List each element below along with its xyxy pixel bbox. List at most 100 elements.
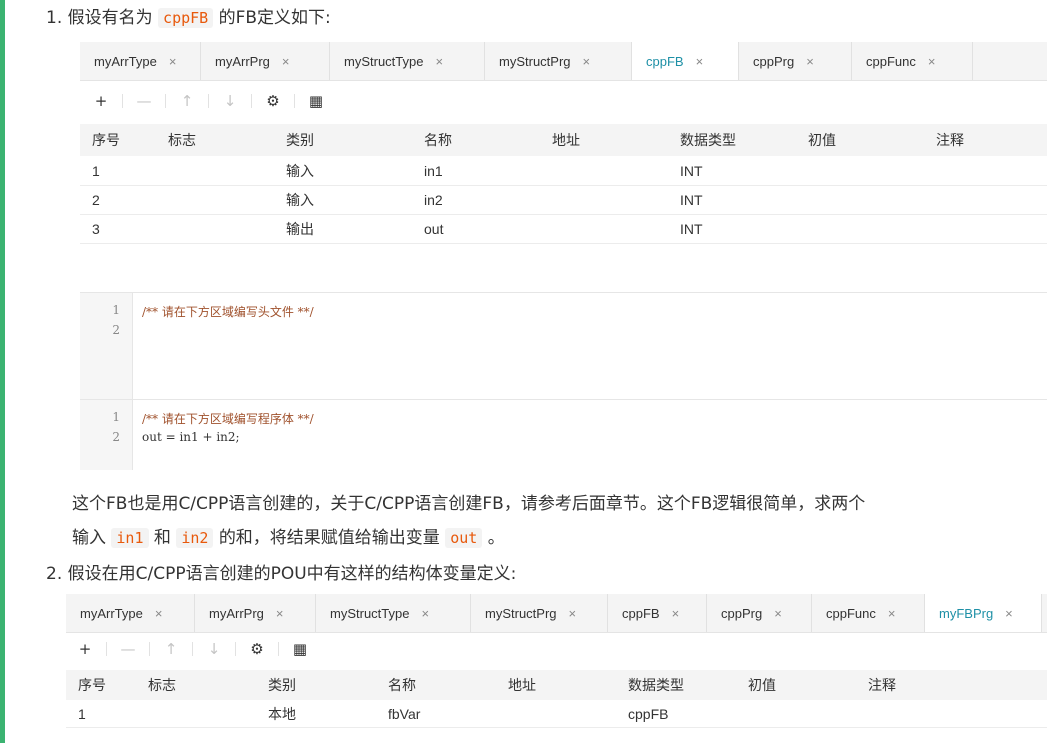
paragraph-text: 。 — [487, 528, 505, 548]
line-number: 2 — [112, 323, 120, 337]
close-icon[interactable]: × — [169, 54, 177, 69]
table-row[interactable]: 1 本地 fbVar cppFB — [66, 701, 1047, 728]
tab-mystructtype[interactable]: myStructType × — [330, 42, 485, 80]
divider — [235, 642, 236, 656]
inline-code: cppFB — [158, 8, 214, 28]
inline-code: in2 — [176, 528, 214, 548]
toolbar: + — ↑ ↓ ⚙ ▦ — [66, 632, 1047, 666]
divider — [208, 94, 209, 108]
line-number: 1 — [112, 410, 120, 424]
tab-cppfunc[interactable]: cppFunc × — [852, 42, 973, 80]
column-header[interactable]: 初值 — [808, 130, 836, 150]
cell-name: out — [424, 221, 444, 237]
arrow-down-icon[interactable]: ↓ — [203, 640, 225, 658]
close-icon[interactable]: × — [421, 606, 429, 621]
tab-cppprg[interactable]: cppPrg × — [739, 42, 852, 80]
cell-datatype: cppFB — [628, 706, 669, 722]
paragraph-line-1: 这个FB也是用C/CPP语言创建的，关于C/CPP语言创建FB，请参考后面章节。… — [72, 494, 866, 514]
table-header: 序号 标志 类别 名称 地址 数据类型 初值 注释 — [66, 670, 1047, 700]
cell-index: 1 — [78, 706, 86, 722]
add-icon[interactable]: + — [90, 92, 112, 110]
close-icon[interactable]: × — [672, 606, 680, 621]
close-icon[interactable]: × — [888, 606, 896, 621]
column-header[interactable]: 类别 — [268, 675, 296, 695]
column-header[interactable]: 数据类型 — [680, 130, 736, 150]
tab-mystructprg[interactable]: myStructPrg × — [471, 594, 608, 632]
code-line: out = in1 + in2; — [142, 430, 240, 444]
column-header[interactable]: 序号 — [92, 130, 120, 150]
tab-mystructtype[interactable]: myStructType × — [316, 594, 471, 632]
inline-code: out — [445, 528, 483, 548]
code-line: /** 请在下方区域编写头文件 **/ — [142, 305, 314, 319]
close-icon[interactable]: × — [569, 606, 577, 621]
cell-name: in1 — [424, 163, 443, 179]
grid-icon[interactable]: ▦ — [305, 92, 327, 110]
settings-icon[interactable]: ⚙ — [262, 92, 284, 110]
close-icon[interactable]: × — [1005, 606, 1013, 621]
paragraph-text: 和 — [153, 528, 171, 548]
table-row[interactable]: 1 输入 in1 INT — [80, 157, 1047, 186]
screenshot-cppfb: myArrType × myArrPrg × myStructType × myStr… — [80, 42, 1047, 470]
tab-myarrprg[interactable]: myArrPrg × — [201, 42, 330, 80]
tab-myarrtype[interactable]: myArrType × — [80, 42, 201, 80]
tab-cppfb[interactable]: cppFB × — [608, 594, 707, 632]
divider — [192, 642, 193, 656]
arrow-up-icon[interactable]: ↑ — [160, 640, 182, 658]
item-text: 假设在用C/CPP语言创建的POU中有这样的结构体变量定义: — [67, 564, 517, 584]
close-icon[interactable]: × — [155, 606, 163, 621]
tab-myarrtype[interactable]: myArrType × — [66, 594, 195, 632]
cell-index: 2 — [92, 192, 100, 208]
divider — [165, 94, 166, 108]
tab-mystructprg[interactable]: myStructPrg × — [485, 42, 632, 80]
cell-category: 输入 — [286, 192, 314, 208]
tab-myfbprg[interactable]: myFBPrg × — [925, 594, 1042, 632]
column-header[interactable]: 名称 — [388, 675, 416, 695]
cell-name: fbVar — [388, 706, 421, 722]
table-row[interactable]: 2 输入 in2 INT — [80, 186, 1047, 215]
column-header[interactable]: 标志 — [148, 675, 176, 695]
body-code-editor[interactable]: 1 2 /** 请在下方区域编写程序体 **/ out = in1 + in2; — [80, 399, 1047, 470]
column-header[interactable]: 类别 — [286, 130, 314, 150]
cell-category: 输出 — [286, 221, 314, 237]
column-header[interactable]: 初值 — [748, 675, 776, 695]
arrow-up-icon[interactable]: ↑ — [176, 92, 198, 110]
tab-bar: myArrType × myArrPrg × myStructType × myStr… — [66, 594, 1047, 633]
close-icon[interactable]: × — [583, 54, 591, 69]
settings-icon[interactable]: ⚙ — [246, 640, 268, 658]
remove-icon[interactable]: — — [117, 640, 139, 658]
tab-cppfunc[interactable]: cppFunc × — [812, 594, 925, 632]
close-icon[interactable]: × — [282, 54, 290, 69]
cell-datatype: INT — [680, 163, 703, 179]
tab-bar: myArrType × myArrPrg × myStructType × myStr… — [80, 42, 1047, 81]
close-icon[interactable]: × — [696, 54, 704, 69]
paragraph-text: 输入 — [72, 528, 106, 548]
close-icon[interactable]: × — [774, 606, 782, 621]
column-header[interactable]: 数据类型 — [628, 675, 684, 695]
column-header[interactable]: 标志 — [168, 130, 196, 150]
column-header[interactable]: 注释 — [936, 130, 964, 150]
remove-icon[interactable]: — — [133, 92, 155, 110]
close-icon[interactable]: × — [276, 606, 284, 621]
column-header[interactable]: 名称 — [424, 130, 452, 150]
add-icon[interactable]: + — [74, 640, 96, 658]
close-icon[interactable]: × — [435, 54, 443, 69]
close-icon[interactable]: × — [806, 54, 814, 69]
column-header[interactable]: 注释 — [868, 675, 896, 695]
arrow-down-icon[interactable]: ↓ — [219, 92, 241, 110]
column-header[interactable]: 地址 — [552, 130, 580, 150]
divider — [149, 642, 150, 656]
header-code-editor[interactable]: 1 2 /** 请在下方区域编写头文件 **/ — [80, 292, 1047, 399]
grid-icon[interactable]: ▦ — [289, 640, 311, 658]
item-text: 假设有名为 — [67, 8, 153, 28]
table-header: 序号 标志 类别 名称 地址 数据类型 初值 注释 — [80, 124, 1047, 156]
close-icon[interactable]: × — [928, 54, 936, 69]
table-row[interactable]: 3 输出 out INT — [80, 215, 1047, 244]
column-header[interactable]: 序号 — [78, 675, 106, 695]
tab-cppfb[interactable]: cppFB × — [632, 42, 739, 80]
toolbar: + — ↑ ↓ ⚙ ▦ — [80, 84, 1047, 118]
cell-category: 本地 — [268, 706, 296, 722]
inline-code: in1 — [111, 528, 149, 548]
tab-cppprg[interactable]: cppPrg × — [707, 594, 812, 632]
column-header[interactable]: 地址 — [508, 675, 536, 695]
tab-myarrprg[interactable]: myArrPrg × — [195, 594, 316, 632]
